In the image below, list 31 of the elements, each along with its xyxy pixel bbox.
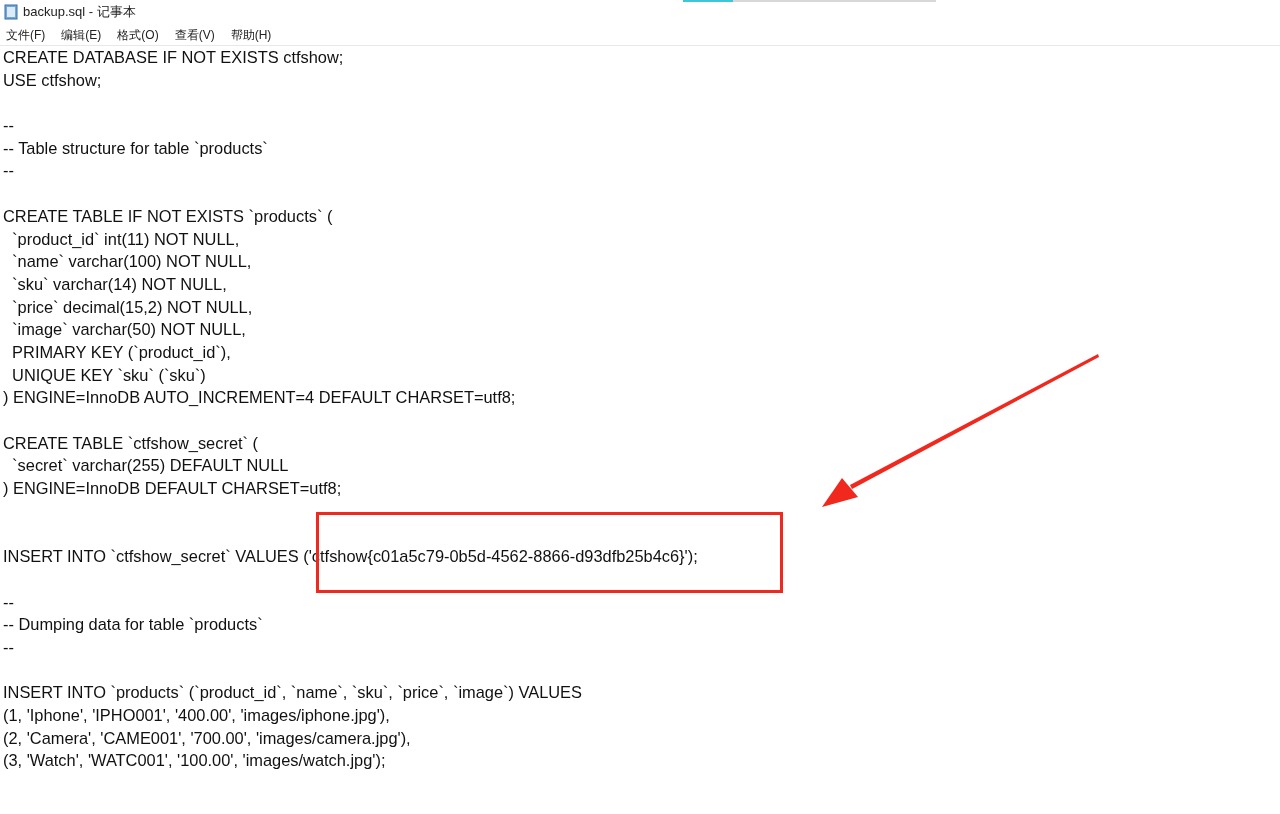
menu-item[interactable]: 帮助(H) <box>227 25 275 44</box>
code-line: `price` decimal(15,2) NOT NULL, <box>11 296 253 318</box>
code-line: `sku` varchar(14) NOT NULL, <box>11 273 227 295</box>
menu-item[interactable]: 编辑(E) <box>58 25 105 44</box>
code-line: `product_id` int(11) NOT NULL, <box>11 228 240 250</box>
code-line: `image` varchar(50) NOT NULL, <box>11 319 246 341</box>
code-line: UNIQUE KEY `sku` (`sku`) <box>11 364 206 386</box>
code-line: (2, 'Camera', 'CAME001', '700.00', 'images/camera.jpg'), <box>3 727 411 749</box>
code-line: INSERT INTO `products` (`product_id`, `name`, `sku`, `price`, `image`) VALUES <box>3 682 582 704</box>
code-line: `name` varchar(100) NOT NULL, <box>11 251 252 273</box>
menu-item[interactable]: 文件(F) <box>3 25 49 44</box>
code-line: CREATE TABLE IF NOT EXISTS `products` ( <box>3 205 333 227</box>
code-line: `secret` varchar(255) DEFAULT NULL <box>11 455 289 477</box>
menu-item[interactable]: 格式(O) <box>114 25 162 44</box>
code-line: -- <box>3 636 14 658</box>
menu-item[interactable]: 查看(V) <box>171 25 218 44</box>
code-line: CREATE TABLE `ctfshow_secret` ( <box>3 432 259 454</box>
code-line: -- Dumping data for table `products` <box>3 614 263 636</box>
code-line: -- <box>3 591 14 613</box>
code-line: -- <box>3 115 14 137</box>
code-line: CREATE DATABASE IF NOT EXISTS ctfshow; <box>3 47 344 68</box>
code-line: USE ctfshow; <box>3 69 102 91</box>
code-line: PRIMARY KEY (`product_id`), <box>11 341 231 363</box>
code-line: ) ENGINE=InnoDB DEFAULT CHARSET=utf8; <box>3 478 342 500</box>
code-line: -- <box>3 160 14 182</box>
code-line: -- Table structure for table `products` <box>3 137 268 159</box>
notepad-icon <box>4 4 18 20</box>
code-line: (1, 'Iphone', 'IPHO001', '400.00', 'images/iphone.jpg'), <box>3 704 390 726</box>
code-line: ) ENGINE=InnoDB AUTO_INCREMENT=4 DEFAULT CHARSET=utf8; <box>3 387 516 409</box>
window-title: backup.sql - 记事本 <box>23 3 136 22</box>
code-line: (3, 'Watch', 'WATC001', '100.00', 'images/watch.jpg'); <box>3 750 386 772</box>
